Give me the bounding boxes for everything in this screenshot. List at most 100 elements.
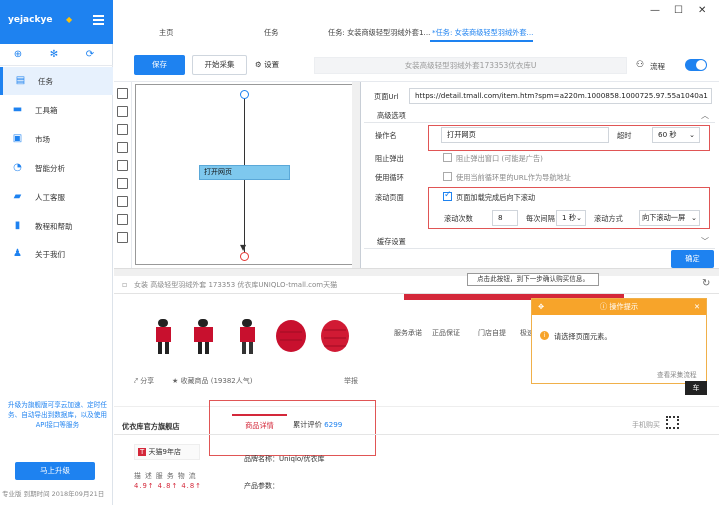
ok-button[interactable]: 确定 (671, 250, 714, 268)
chat-icon: ▰ (13, 191, 22, 202)
cache-section-header[interactable]: 缓存设置 ﹀ (364, 233, 715, 249)
chevron-up-icon: ︿ (701, 111, 709, 120)
flow-end-node[interactable] (240, 252, 249, 261)
shop-badge-text: 天猫9年店 (148, 448, 181, 456)
view-flow-link[interactable]: 查看采集流程 (657, 369, 697, 379)
favorite-link[interactable]: ★ 收藏商品 (19382人气) (172, 376, 252, 386)
canvas-scrollbar[interactable] (352, 82, 360, 268)
block-popup-label: 阻止弹出 (375, 154, 404, 163)
refresh-icon[interactable]: ↻ (702, 278, 710, 289)
open-page-tool-icon[interactable] (117, 88, 128, 99)
flow-node-open-page[interactable]: 打开网页 (199, 165, 290, 180)
browser-address[interactable]: 女装 高级轻型羽绒外套 173353 优衣库UNIQLO-tmall.com天猫 (134, 280, 337, 290)
use-loop-label: 使用循环 (375, 173, 404, 182)
sidebar-item-label: 人工客服 (35, 193, 65, 202)
use-loop-checkbox[interactable] (443, 172, 452, 181)
active-tab-indicator (430, 40, 533, 42)
horizontal-scrollbar[interactable] (114, 268, 719, 276)
sidebar: yejackye ◆ ⊕ ✻ ⟳ ▤ 任务 ▬ 工具箱 ▣ 市场 ◔ 智能分析 … (0, 0, 113, 505)
share-icon: ⤤ (134, 377, 138, 385)
qr-code-icon[interactable] (666, 416, 679, 429)
interval-select[interactable]: 1 秒 ⌄ (556, 210, 586, 226)
sidebar-item-label: 市场 (35, 135, 50, 144)
page-url-input[interactable]: https://detail.tmall.com/item.htm?spm=a2… (409, 88, 712, 104)
product-thumbnail[interactable] (146, 316, 181, 356)
sidebar-item-analysis[interactable]: ◔ 智能分析 (0, 154, 113, 182)
sidebar-item-label: 教程和帮助 (35, 222, 73, 231)
task-title-field[interactable]: 女装高级轻型羽绒外套173353优衣库U (314, 57, 627, 74)
timeout-select[interactable]: 60 秒 ⌄ (652, 127, 700, 143)
advanced-title: 高级选项 (377, 111, 406, 120)
op-name-input[interactable]: 打开网页 (441, 127, 609, 143)
hamburger-menu-icon[interactable] (93, 15, 104, 25)
tab-task-2[interactable]: *任务: 女装商级轻型羽绒外套... (432, 28, 533, 38)
captcha-tool-icon[interactable] (117, 160, 128, 171)
tab-home[interactable]: 主页 (159, 28, 173, 38)
product-thumbnail[interactable] (274, 316, 309, 356)
sidebar-item-about[interactable]: ♟ 关于我们 (0, 240, 113, 268)
toolbar: 保存 开始采集 ⚙ 设置 女装高级轻型羽绒外套173353优衣库U ⚇ 流程 (114, 44, 719, 82)
save-button[interactable]: 保存 (134, 55, 185, 75)
minimize-icon[interactable]: — (650, 6, 660, 16)
scroll-page-checkbox[interactable] (443, 190, 452, 201)
gear-icon[interactable]: ✻ (48, 49, 60, 61)
url-label: 页面Url (374, 92, 399, 101)
scroll-page-text: 页面加载完成后向下滚动 (456, 193, 536, 202)
block-popup-text: 阻止弹出窗口 (可能是广告) (456, 154, 543, 163)
tab-task-1[interactable]: 任务: 女装商级轻型羽绒外套1... (328, 28, 430, 38)
popup-title: 操作提示 (609, 302, 639, 311)
toolbox-icon: ▬ (12, 104, 23, 115)
new-task-icon[interactable]: ⊕ (12, 49, 24, 61)
flow-start-node[interactable] (240, 90, 249, 99)
advanced-section-header[interactable]: 高级选项 ︿ (364, 107, 715, 123)
close-icon[interactable]: ✕ (694, 299, 700, 315)
sidebar-item-support[interactable]: ▰ 人工客服 (0, 183, 113, 211)
mobile-buy-link[interactable]: 手机购买 (632, 420, 660, 430)
sidebar-item-market[interactable]: ▣ 市场 (0, 125, 113, 153)
tab-reviews[interactable]: 累计评价 6299 (293, 420, 342, 430)
scroll-count-label: 滚动次数 (444, 214, 473, 223)
sidebar-item-tutorial[interactable]: ▮ 教程和帮助 (0, 212, 113, 240)
block-popup-checkbox[interactable] (443, 153, 452, 162)
op-name-label: 操作名 (375, 131, 397, 140)
sync-icon[interactable]: ⟳ (84, 49, 96, 61)
move-icon[interactable]: ✥ (538, 299, 544, 315)
shop-name[interactable]: 优衣库官方旗舰店 (122, 422, 180, 432)
start-collect-button[interactable]: 开始采集 (192, 55, 247, 75)
click-tool-icon[interactable] (117, 106, 128, 117)
sidebar-item-toolbox[interactable]: ▬ 工具箱 (0, 96, 113, 124)
close-icon[interactable]: ✕ (698, 6, 706, 16)
button-tooltip: 点击此按钮，到下一步确认购买信息。 (467, 273, 599, 286)
tab-product-detail[interactable]: 商品详情 (232, 414, 287, 434)
scroll-count-input[interactable]: 8 (492, 210, 518, 226)
input-tool-icon[interactable] (117, 142, 128, 153)
favorite-label: 收藏商品 (19382人气) (180, 377, 253, 385)
share-link[interactable]: ⤤ 分享 (134, 376, 154, 386)
settings-button[interactable]: ⚙ 设置 (255, 55, 295, 75)
sidebar-item-label: 关于我们 (35, 250, 65, 259)
condition-tool-icon[interactable] (117, 214, 128, 225)
rating-labels: 描 述 服 务 物 流 (134, 472, 197, 480)
flow-canvas[interactable]: 打开网页 ▼ (133, 82, 361, 268)
loop-tool-icon[interactable] (117, 196, 128, 207)
flow-toggle[interactable] (685, 59, 707, 71)
params-attribute: 产品参数： (244, 482, 279, 490)
tab-tasks[interactable]: 任务 (264, 28, 278, 38)
market-icon: ▣ (12, 133, 23, 144)
extract-tool-icon[interactable] (117, 124, 128, 135)
scroll-mode-value: 向下滚动一屏 (642, 213, 686, 222)
report-link[interactable]: 举报 (344, 376, 358, 386)
cart-button[interactable]: 车 (685, 381, 707, 395)
service-item: 门店自提 (478, 329, 506, 337)
scroll-mode-select[interactable]: 向下滚动一屏 ⌄ (639, 210, 700, 226)
sidebar-item-task[interactable]: ▤ 任务 (0, 67, 113, 95)
hover-tool-icon[interactable] (117, 232, 128, 243)
maximize-icon[interactable]: ☐ (674, 6, 683, 16)
product-thumbnail[interactable] (230, 316, 265, 356)
properties-panel: 页面Url https://detail.tmall.com/item.htm?… (364, 82, 719, 268)
flow-frame: 打开网页 ▼ (135, 84, 357, 265)
switch-tool-icon[interactable] (117, 178, 128, 189)
product-thumbnail[interactable] (318, 316, 353, 356)
upgrade-button[interactable]: 马上升级 (15, 462, 95, 480)
product-thumbnail[interactable] (186, 316, 221, 356)
